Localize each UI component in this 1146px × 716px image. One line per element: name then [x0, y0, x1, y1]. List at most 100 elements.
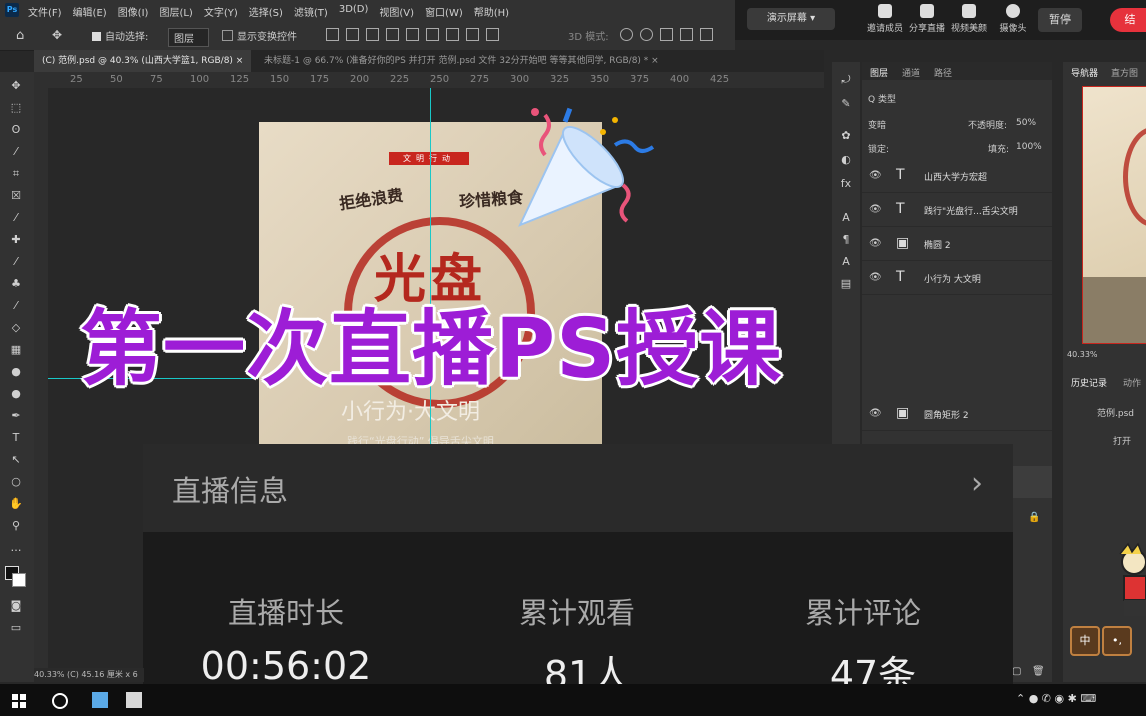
video-beauty-button[interactable]: 视频美颜 — [947, 4, 991, 34]
lasso-icon[interactable]: ʘ — [9, 124, 23, 136]
move-tool-icon[interactable]: ✥ — [52, 28, 62, 42]
crop-icon[interactable]: ⌗ — [9, 168, 23, 180]
tab-channels[interactable]: 通道 — [902, 66, 920, 79]
align-top-icon — [386, 28, 399, 41]
show-transform-checkbox[interactable]: 显示变换控件 — [222, 28, 297, 43]
menu-item[interactable]: 文字(Y) — [204, 4, 238, 19]
history-file[interactable]: 范例.psd — [1097, 406, 1134, 419]
tab-paths[interactable]: 路径 — [934, 66, 952, 79]
menu-item[interactable]: 图像(I) — [118, 4, 149, 19]
menu-item[interactable]: 文件(F) — [28, 4, 62, 19]
table-icon[interactable]: ▤ — [839, 278, 853, 290]
zoom-icon[interactable]: ⚲ — [9, 520, 23, 532]
background-color-swatch[interactable] — [12, 573, 26, 587]
screen-mode-icon[interactable]: ▭ — [9, 622, 23, 634]
tab-actions[interactable]: 动作 — [1123, 376, 1141, 389]
chip-zhong[interactable]: 中 — [1070, 626, 1100, 656]
menu-item[interactable]: 帮助(H) — [474, 4, 509, 19]
layer-row[interactable]: 👁 T 践行"光盘行...舌尖文明 — [862, 194, 1052, 227]
opacity-value[interactable]: 50% — [1016, 118, 1036, 128]
magic-wand-icon[interactable]: ⁄ — [9, 146, 23, 158]
eye-icon[interactable]: 👁 — [869, 204, 882, 215]
chip-punct[interactable]: •, — [1102, 626, 1132, 656]
history-panel-icon[interactable]: ⤾ — [839, 74, 853, 86]
invite-members-button[interactable]: 邀请成员 — [863, 4, 907, 34]
taskbar-app-2-icon[interactable] — [126, 692, 142, 708]
tab-navigator[interactable]: 导航器 — [1071, 66, 1098, 79]
gradient-icon[interactable]: ▦ — [9, 344, 23, 356]
history-brush-icon[interactable]: ⁄ — [9, 300, 23, 312]
menu-item[interactable]: 选择(S) — [249, 4, 283, 19]
home-icon[interactable]: ⌂ — [16, 28, 24, 43]
more-tools-icon[interactable]: … — [9, 542, 23, 554]
path-select-icon[interactable]: ↖ — [9, 454, 23, 466]
tab-layers[interactable]: 图层 — [870, 66, 888, 79]
end-live-button[interactable]: 结 — [1110, 8, 1146, 32]
marquee-icon[interactable]: ⬚ — [9, 102, 23, 114]
menu-item[interactable]: 滤镜(T) — [294, 4, 328, 19]
layer-row[interactable]: 👁 ▣ 椭圆 2 — [862, 228, 1052, 261]
character-icon[interactable]: A — [839, 212, 853, 224]
eye-icon[interactable]: 👁 — [869, 408, 882, 419]
history-open[interactable]: 打开 — [1113, 434, 1131, 447]
tray-icons[interactable]: ⌃ ● ✆ ◉ ✱ ⌨ — [1016, 692, 1096, 705]
menu-item[interactable]: 编辑(E) — [73, 4, 107, 19]
search-icon[interactable] — [52, 693, 68, 709]
fx-icon[interactable]: fx — [839, 178, 853, 190]
align-icons[interactable] — [326, 28, 506, 41]
tab-history[interactable]: 历史记录 — [1071, 376, 1107, 389]
present-screen-button[interactable]: 演示屏幕 ▾ — [747, 8, 835, 30]
layer-row[interactable]: 👁 T 小行为 大文明 — [862, 262, 1052, 295]
eye-icon[interactable]: 👁 — [869, 272, 882, 283]
camera-button[interactable]: 摄像头 — [991, 4, 1035, 34]
align-center-icon — [346, 28, 359, 41]
auto-select-dropdown[interactable]: 图层 — [168, 28, 209, 47]
move-icon[interactable]: ✥ — [9, 80, 23, 92]
tab-example-psd[interactable]: (C) 范例.psd @ 40.3% (山西大学篮1, RGB/8) × — [34, 50, 252, 72]
share-live-button[interactable]: 分享直播 — [905, 4, 949, 34]
adjustments-icon[interactable]: ◐ — [839, 154, 853, 166]
type-icon[interactable]: T — [9, 432, 23, 444]
color-panel-icon[interactable]: ✿ — [839, 130, 853, 142]
3d-icons[interactable] — [620, 28, 720, 41]
taskbar-app-icon[interactable] — [92, 692, 108, 708]
brush-icon[interactable]: ⁄ — [9, 256, 23, 268]
navigator-thumbnail[interactable] — [1082, 86, 1146, 344]
frame-icon[interactable]: ☒ — [9, 190, 23, 202]
dodge-icon[interactable]: ● — [9, 388, 23, 400]
tab-untitled-1[interactable]: 未标题-1 @ 66.7% (准备好你的PS 并打开 范例.psd 文件 32分… — [256, 50, 667, 72]
auto-select-checkbox[interactable]: 自动选择: — [92, 28, 148, 43]
menu-item[interactable]: 窗口(W) — [425, 4, 463, 19]
camera-icon — [1006, 4, 1020, 18]
healing-icon[interactable]: ✚ — [9, 234, 23, 246]
layer-row[interactable]: 👁 ▣ 圆角矩形 2 — [862, 398, 1052, 431]
live-info-header[interactable]: 直播信息 › — [143, 444, 1013, 532]
windows-start-icon[interactable] — [12, 694, 26, 708]
hand-icon[interactable]: ✋ — [9, 498, 23, 510]
layer-filter-dropdown[interactable]: Q 类型 — [868, 92, 896, 105]
eyedropper-icon[interactable]: ⁄ — [9, 212, 23, 224]
pause-button[interactable]: 暂停 — [1038, 8, 1082, 32]
menu-item[interactable]: 视图(V) — [379, 4, 414, 19]
pen-icon[interactable]: ✒ — [9, 410, 23, 422]
eye-icon[interactable]: 👁 — [869, 170, 882, 181]
blur-icon[interactable]: ● — [9, 366, 23, 378]
blend-mode-dropdown[interactable]: 变暗 — [868, 118, 886, 131]
glyphs-icon[interactable]: A — [839, 256, 853, 268]
new-layer-icon[interactable]: ▢ — [1012, 666, 1021, 677]
layer-row[interactable]: 👁 T 山西大学方宏超 — [862, 160, 1052, 193]
layer-name: 椭圆 2 — [924, 241, 951, 251]
delete-layer-icon[interactable]: 🗑 — [1032, 666, 1045, 677]
eye-icon[interactable]: 👁 — [869, 238, 882, 249]
navigator-zoom[interactable]: 40.33% — [1067, 350, 1098, 359]
ellipse-icon[interactable]: ○ — [9, 476, 23, 488]
tab-histogram[interactable]: 直方图 — [1111, 66, 1138, 79]
brush-settings-icon[interactable]: ✎ — [839, 98, 853, 110]
quick-mask-icon[interactable]: ◙ — [9, 600, 23, 612]
paragraph-icon[interactable]: ¶ — [839, 234, 853, 246]
eraser-icon[interactable]: ◇ — [9, 322, 23, 334]
menu-item[interactable]: 3D(D) — [339, 4, 369, 19]
stamp-icon[interactable]: ♣ — [9, 278, 23, 290]
menu-item[interactable]: 图层(L) — [159, 4, 192, 19]
fill-value[interactable]: 100% — [1016, 142, 1042, 152]
